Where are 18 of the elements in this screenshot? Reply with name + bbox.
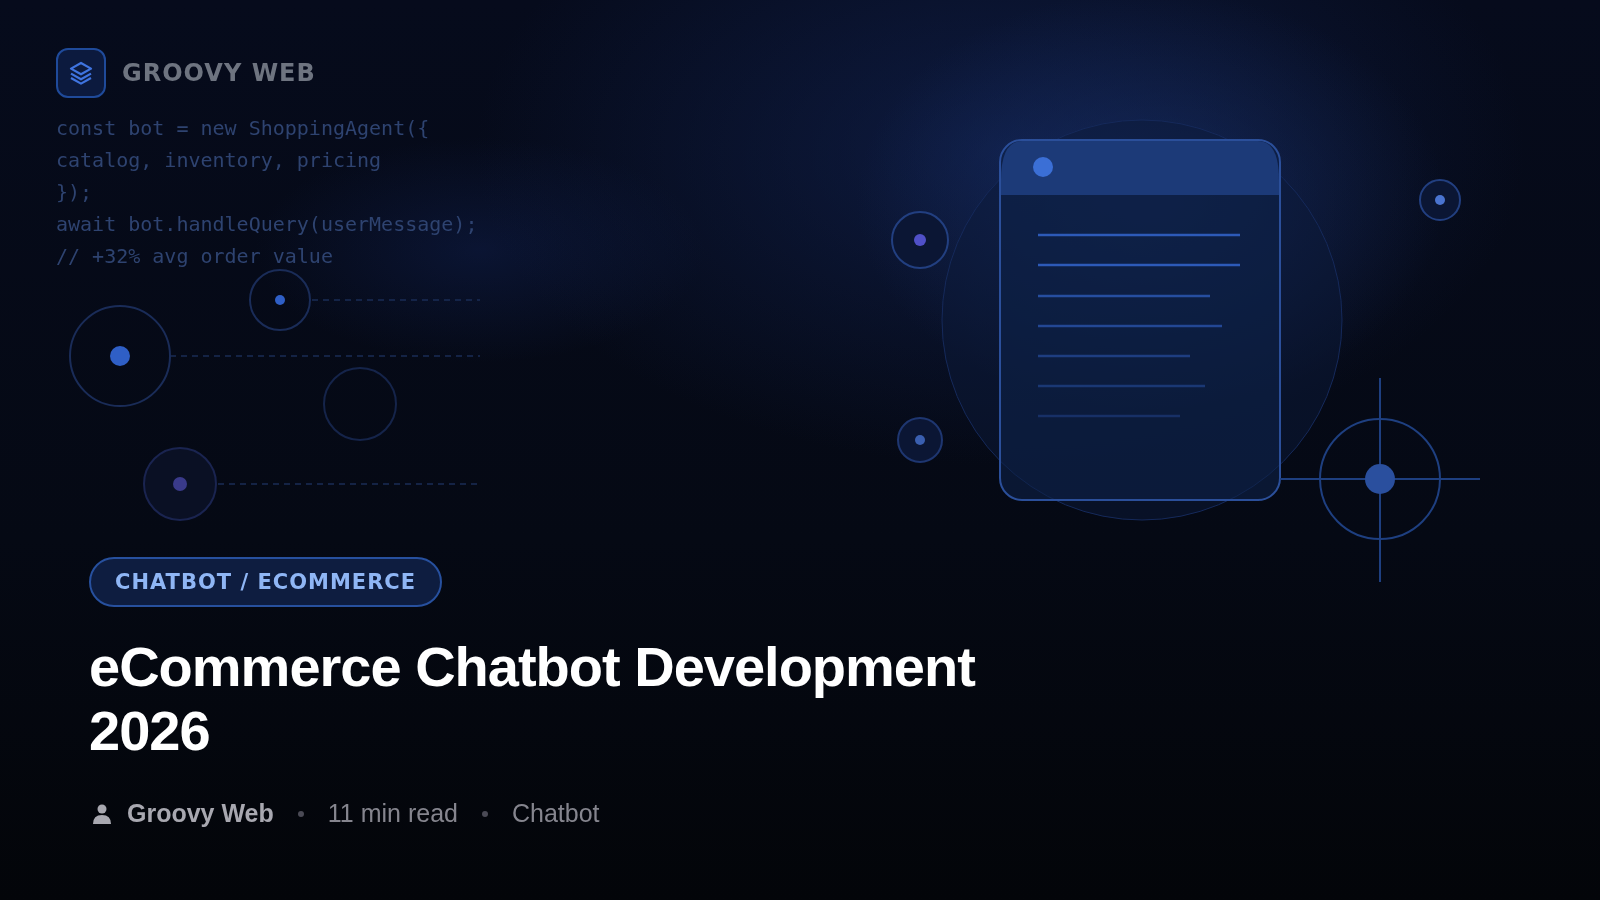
- author-name: Groovy Web: [127, 799, 274, 828]
- category-tag: CHATBOT / ECOMMERCE: [89, 557, 443, 607]
- code-line: await bot.handleQuery(userMessage);: [56, 211, 478, 238]
- code-line: catalog, inventory, pricing: [56, 147, 382, 174]
- node-drawing: [891, 211, 949, 269]
- meta-text: 11 min read: [327, 799, 458, 828]
- code-line: });: [56, 179, 93, 206]
- logo-icon: [56, 48, 106, 98]
- code-line: // +32% avg order value: [56, 243, 333, 270]
- brand-name: GROOVY WEB: [122, 59, 316, 87]
- person-icon: [93, 803, 111, 824]
- separator-dot: [481, 810, 488, 817]
- article-title: eCommerce Chatbot Development 2026: [89, 635, 977, 763]
- node-drawing: [897, 417, 943, 463]
- node-drawing: [1419, 179, 1461, 221]
- meta-text: Chatbot: [511, 799, 600, 828]
- code-line: const bot = new ShoppingAgent({: [56, 115, 430, 142]
- separator-dot: [297, 810, 304, 817]
